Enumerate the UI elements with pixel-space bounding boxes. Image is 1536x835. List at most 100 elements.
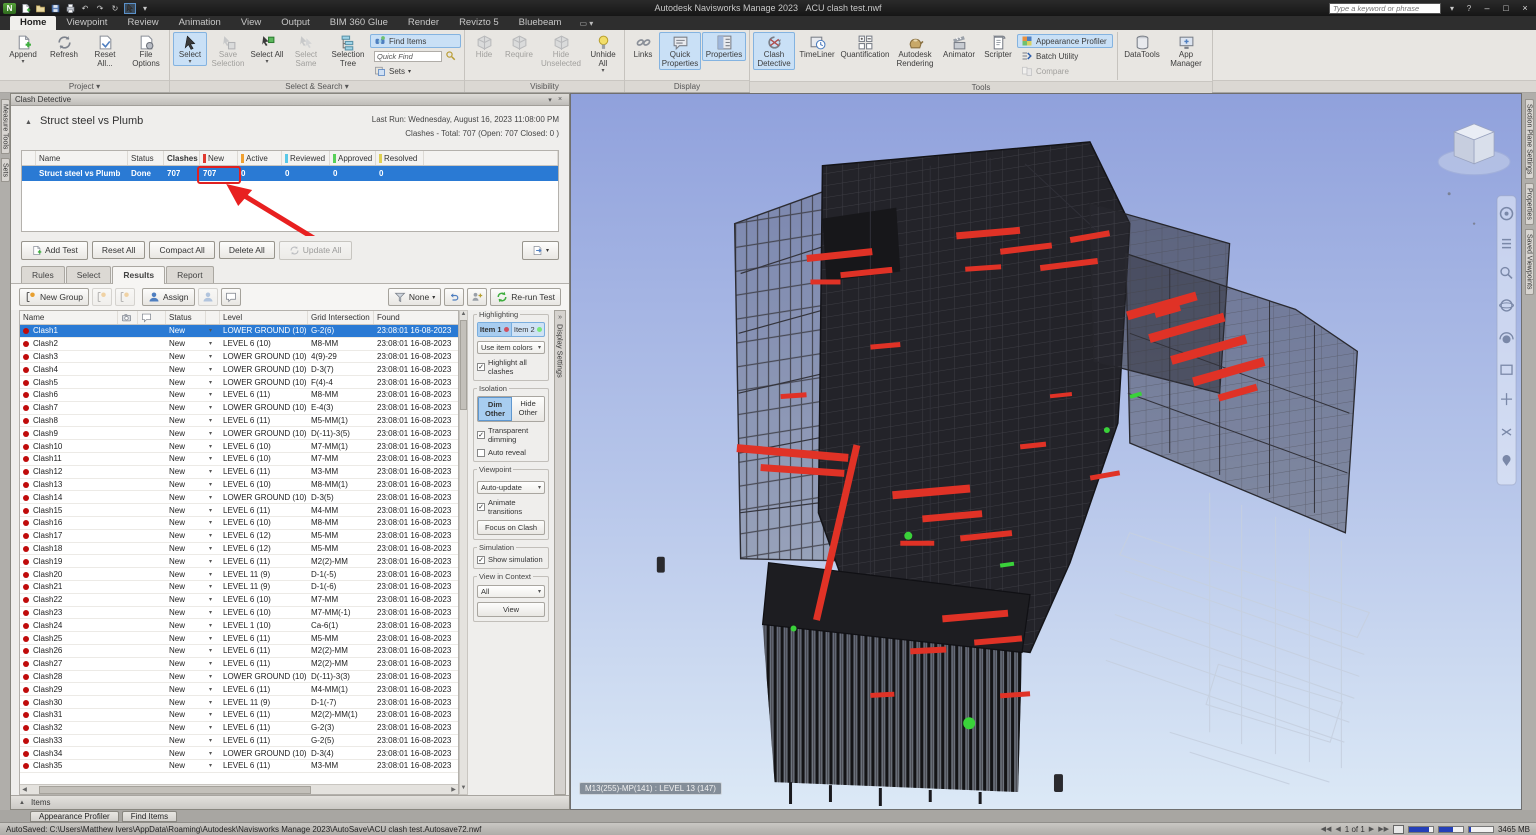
results-row[interactable]: Clash35 New ▾ LEVEL 6 (11) M3-MM 23:08:01 16-… [20, 760, 458, 773]
viewport-3d[interactable]: M13(255)-MP(141) : LEVEL 13 (147) [570, 93, 1522, 810]
results-row[interactable]: Clash21 New ▾ LEVEL 11 (9) D-1(-6) 23:08:01 1… [20, 581, 458, 594]
require-button[interactable]: Require [501, 32, 537, 61]
minimize-button[interactable]: – [1480, 3, 1494, 13]
item1-button[interactable]: Item 1 [478, 323, 512, 336]
undo-icon[interactable]: ↶ [79, 3, 91, 14]
dim-other-button[interactable]: Dim Other [478, 397, 513, 421]
reset-all-button[interactable]: Reset All... [85, 32, 125, 70]
ribbon-tab[interactable]: Home [10, 16, 57, 30]
dock-tab[interactable]: Find Items [121, 810, 178, 822]
results-row[interactable]: Clash15 New ▾ LEVEL 6 (11) M4-MM 23:08:01 16-… [20, 504, 458, 517]
select-same-button[interactable]: Select Same [286, 32, 326, 70]
scripter-button[interactable]: Scripter [980, 32, 1016, 61]
new-document-icon[interactable] [19, 3, 31, 14]
tests-table[interactable]: Name Status Clashes New Active Reviewed … [21, 150, 559, 232]
use-item-colors-select[interactable]: Use item colors ▾ [477, 341, 546, 354]
datatools-button[interactable]: DataTools [1122, 32, 1162, 61]
group-clashes-icon-button[interactable] [92, 288, 112, 306]
select-all-button[interactable]: Select All ▾ [249, 32, 285, 66]
group-label-select-search[interactable]: Select & Search ▾ [170, 80, 464, 92]
quick-find-icon[interactable] [445, 50, 457, 62]
refresh-icon[interactable]: ↻ [109, 3, 121, 14]
qat-dropdown-icon[interactable]: ▾ [139, 3, 151, 14]
results-row[interactable]: Clash8 New ▾ LEVEL 6 (11) M5-MM(1) 23:08:01 1… [20, 415, 458, 428]
delete-all-button[interactable]: Delete All [218, 241, 275, 259]
select-button[interactable]: Select ▾ [173, 32, 207, 66]
view-in-context-select[interactable]: All ▾ [477, 585, 546, 598]
panel-options-icon[interactable]: ▾ [545, 96, 555, 104]
test-row[interactable]: Struct steel vs Plumb Done 707 707 0 0 0… [22, 166, 558, 181]
close-button[interactable]: × [1518, 3, 1532, 13]
viewpoint-mode-select[interactable]: Auto-update ▾ [477, 481, 546, 494]
results-row[interactable]: Clash17 New ▾ LEVEL 6 (12) M5-MM 23:08:01 16-… [20, 530, 458, 543]
ribbon-tab[interactable]: View [231, 16, 271, 30]
links-button[interactable]: Links [628, 32, 658, 61]
unhide-all-button[interactable]: Unhide All ▾ [585, 32, 621, 75]
transparent-dimming-checkbox[interactable]: ✓ Transparent dimming [477, 426, 545, 444]
ribbon-tab[interactable]: Viewpoint [56, 16, 117, 30]
add-assignment-icon-button[interactable] [467, 288, 488, 306]
results-row[interactable]: Clash3 New ▾ LOWER GROUND (10) 4(9)-29 23:08:… [20, 351, 458, 364]
ribbon-tab[interactable]: Output [271, 16, 320, 30]
group-label-visibility[interactable]: Visibility [465, 80, 624, 92]
results-row[interactable]: Clash28 New ▾ LOWER GROUND (10) D(-11)-3(3) 2… [20, 671, 458, 684]
remove-from-group-icon-button[interactable] [115, 288, 135, 306]
sheet-browser-icon[interactable] [1392, 824, 1404, 834]
navigation-bar[interactable] [1496, 195, 1517, 486]
results-row[interactable]: Clash7 New ▾ LOWER GROUND (10) E-4(3) 23:08:0… [20, 402, 458, 415]
focus-on-clash-button[interactable]: Focus on Clash [477, 520, 546, 535]
first-sheet-icon[interactable]: ◀◀ [1321, 825, 1332, 833]
properties-button[interactable]: Properties [702, 32, 746, 61]
compare-button[interactable]: Compare [1017, 64, 1113, 78]
ribbon-tab[interactable]: BIM 360 Glue [320, 16, 398, 30]
print-icon[interactable] [64, 3, 76, 14]
results-row[interactable]: Clash2 New ▾ LEVEL 6 (10) M8-MM 23:08:01 16-0… [20, 338, 458, 351]
update-all-button[interactable]: Update All [278, 240, 352, 260]
results-row[interactable]: Clash31 New ▾ LEVEL 6 (11) M2(2)-MM(1) 23:08:… [20, 709, 458, 722]
results-row[interactable]: Clash23 New ▾ LEVEL 6 (10) M7-MM(-1) 23:08:01… [20, 607, 458, 620]
results-row[interactable]: Clash19 New ▾ LEVEL 6 (11) M2(2)-MM 23:08:01 … [20, 555, 458, 569]
side-tab[interactable]: Properties [1524, 183, 1534, 226]
results-row[interactable]: Clash11 New ▾ LEVEL 6 (10) M7-MM 23:08:01 16-… [20, 453, 458, 466]
screen-capture-icon[interactable]: ▭ ▾ [579, 19, 593, 30]
last-sheet-icon[interactable]: ▶▶ [1378, 825, 1389, 833]
open-file-icon[interactable] [34, 3, 46, 14]
file-options-button[interactable]: File Options [126, 32, 166, 70]
compact-all-button[interactable]: Compact All [149, 241, 215, 259]
ribbon-tab[interactable]: Animation [169, 16, 231, 30]
hide-unselected-button[interactable]: Hide Unselected [538, 32, 584, 70]
ribbon-tab[interactable]: Review [117, 16, 168, 30]
items-bar[interactable]: ▲ Items [11, 795, 569, 809]
application-menu-button[interactable]: N [3, 2, 16, 14]
hide-button[interactable]: Hide [468, 32, 500, 61]
autodesk-rendering-button[interactable]: Autodesk Rendering [892, 32, 938, 70]
select-cursor-icon[interactable] [124, 2, 136, 14]
sets-button[interactable]: Sets ▾ [370, 64, 461, 78]
side-tab[interactable]: Saved Viewpoints [1524, 229, 1534, 295]
ribbon-tab[interactable]: Bluebeam [509, 16, 572, 30]
results-row[interactable]: Clash12 New ▾ LEVEL 6 (11) M3-MM 23:08:01 16-… [20, 466, 458, 479]
app-manager-button[interactable]: App Manager [1163, 32, 1209, 70]
test-header[interactable]: ▲ Struct steel vs Plumb [25, 115, 143, 127]
quantification-button[interactable]: Quantification [839, 32, 891, 61]
results-row[interactable]: Clash32 New ▾ LEVEL 6 (11) G-2(3) 23:08:01 16… [20, 722, 458, 735]
unassign-icon-button[interactable] [197, 288, 218, 306]
appearance-profiler-button[interactable]: Appearance Profiler [1017, 34, 1113, 48]
export-report-button[interactable]: ▾ [521, 240, 559, 260]
panel-close-icon[interactable]: × [555, 96, 565, 103]
highlight-all-checkbox[interactable]: ✓ Highlight all clashes [477, 358, 545, 376]
animate-transitions-checkbox[interactable]: ✓ Animate transitions [477, 498, 545, 516]
results-row[interactable]: Clash13 New ▾ LEVEL 6 (10) M8-MM(1) 23:08:01 … [20, 479, 458, 492]
new-group-button[interactable]: New Group [19, 288, 89, 306]
results-row[interactable]: Clash29 New ▾ LEVEL 6 (11) M4-MM(1) 23:08:01 … [20, 683, 458, 697]
group-label-project[interactable]: Project ▾ [0, 80, 169, 92]
auto-reveal-checkbox[interactable]: Auto reveal [477, 448, 545, 457]
item2-button[interactable]: Item 2 [512, 323, 545, 336]
reset-results-icon-button[interactable] [444, 288, 465, 306]
ribbon-tab[interactable]: Render [398, 16, 449, 30]
horizontal-scrollbar[interactable]: ◀ ▶ [20, 784, 458, 794]
display-settings-strip[interactable]: » Display Settings [554, 310, 566, 795]
results-row[interactable]: Clash4 New ▾ LOWER GROUND (10) D-3(7) 23:08:0… [20, 363, 458, 377]
side-tab[interactable]: Sets [0, 158, 10, 183]
assign-button[interactable]: Assign [142, 288, 195, 306]
